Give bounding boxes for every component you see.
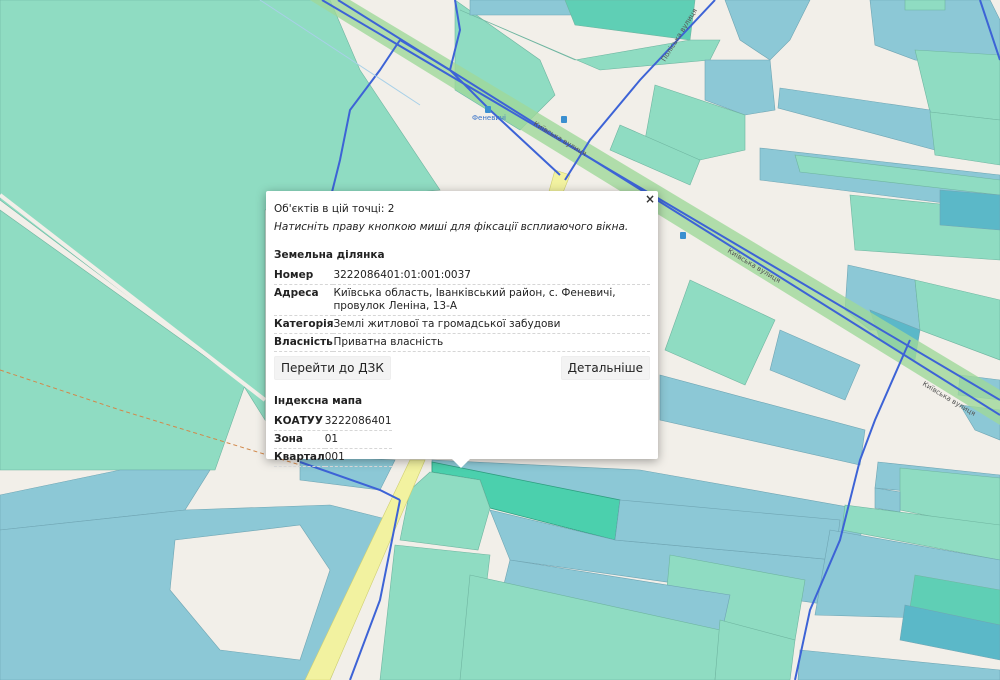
row-label: Зона: [274, 430, 325, 449]
details-button[interactable]: Детальніше: [560, 356, 650, 380]
parcel-actions: Перейти до ДЗК Детальніше: [274, 356, 650, 380]
table-row: Власність Приватна власність: [274, 333, 650, 352]
table-row: Зона 01: [274, 430, 392, 449]
bus-stop-icon[interactable]: [485, 106, 491, 113]
objects-count: Об'єктів в цій точці: 2: [274, 203, 395, 215]
table-row: Номер 3222086401:01:001:0037: [274, 267, 650, 285]
row-value: 01: [324, 430, 392, 449]
parcel[interactable]: [939, 189, 1000, 231]
close-icon[interactable]: ×: [645, 193, 655, 205]
parcel[interactable]: [874, 487, 901, 513]
parcel[interactable]: [904, 0, 946, 11]
row-value: Приватна власність: [333, 333, 650, 352]
table-row: Категорія Землі житлової та громадської …: [274, 315, 650, 334]
row-label: КОАТУУ: [274, 413, 325, 431]
table-row: КОАТУУ 3222086401: [274, 413, 392, 431]
row-label: Власність: [274, 333, 334, 352]
row-label: Квартал: [274, 448, 325, 467]
row-value: Київська область, Іванківський район, с.…: [333, 284, 650, 316]
row-value: Землі житлової та громадської забудови: [333, 315, 650, 334]
info-popup[interactable]: × Об'єктів в цій точці: 2 Натисніть прав…: [266, 191, 658, 468]
table-row: Адреса Київська область, Іванківський ра…: [274, 284, 650, 316]
index-map-section-title: Індексна мапа: [274, 395, 363, 407]
go-to-dzk-button[interactable]: Перейти до ДЗК: [274, 356, 391, 380]
bus-stop-icon[interactable]: [561, 116, 567, 123]
parcel-info-table: Номер 3222086401:01:001:0037 Адреса Київ…: [274, 267, 650, 352]
row-label: Категорія: [274, 315, 334, 334]
row-value: 3222086401: [324, 413, 392, 431]
place-label: Феневичі: [472, 114, 506, 122]
popup-pointer: [452, 459, 470, 468]
row-label: Номер: [274, 267, 334, 285]
bus-stop-icon[interactable]: [680, 232, 686, 239]
index-map-table: КОАТУУ 3222086401 Зона 01 Квартал 001: [274, 413, 392, 467]
parcel[interactable]: [469, 0, 581, 16]
row-value: 001: [324, 448, 392, 467]
pin-hint: Натисніть праву кнопкою миші для фіксаці…: [274, 221, 629, 233]
row-label: Адреса: [274, 284, 334, 316]
table-row: Квартал 001: [274, 448, 392, 467]
parcel-section-title: Земельна ділянка: [274, 249, 385, 261]
row-value: 3222086401:01:001:0037: [333, 267, 650, 285]
